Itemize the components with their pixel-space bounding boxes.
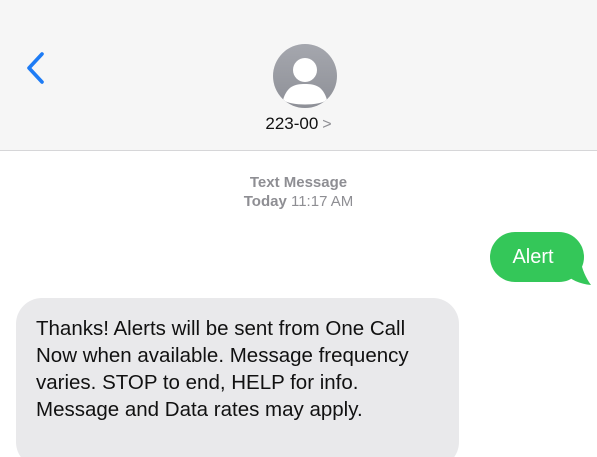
back-button[interactable]	[22, 48, 52, 88]
conversation-header: 223-00 >	[0, 0, 597, 151]
chevron-left-icon	[27, 52, 44, 84]
message-day: Today	[243, 193, 287, 210]
incoming-message-text: Thanks! Alerts will be sent from One Cal…	[36, 317, 409, 421]
outgoing-message-text: Alert	[512, 246, 554, 268]
contact-name-button[interactable]: 223-00 >	[0, 114, 597, 134]
message-meta: Text Message Today 11:17 AM	[0, 173, 597, 211]
message-timestamp: Today 11:17 AM	[0, 192, 597, 211]
person-icon	[283, 58, 327, 105]
contact-name: 223-00	[265, 114, 319, 133]
chevron-right-icon: >	[322, 116, 332, 133]
message-type-label: Text Message	[249, 174, 348, 191]
message-time: 11:17 AM	[290, 193, 354, 210]
avatar[interactable]	[273, 44, 337, 108]
outgoing-message-bubble[interactable]: Alert	[490, 232, 584, 282]
messages-screen: 223-00 > Text Message Today 11:17 AM Aler…	[0, 0, 597, 457]
incoming-message-bubble[interactable]: Thanks! Alerts will be sent from One Cal…	[16, 298, 459, 457]
